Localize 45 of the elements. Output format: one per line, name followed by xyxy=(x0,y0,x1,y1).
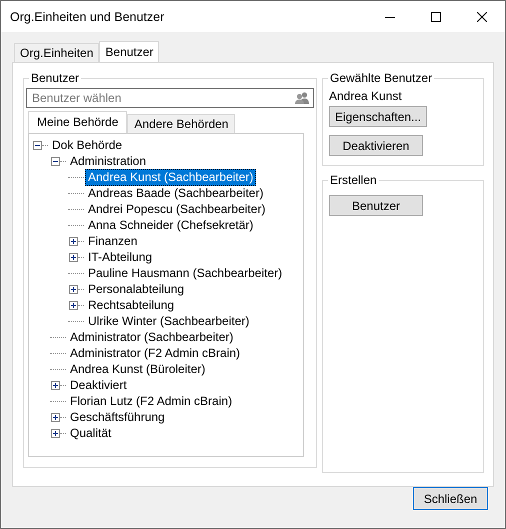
tree-item[interactable]: Andrea Kunst (Büroleiter) xyxy=(67,360,208,378)
tree-item[interactable]: Pauline Hausmann (Sachbearbeiter) xyxy=(85,264,286,282)
tree-item[interactable]: Finanzen xyxy=(85,232,140,250)
button[interactable]: Deaktivieren xyxy=(329,135,423,156)
tree-item[interactable]: Qualität xyxy=(67,424,114,442)
tree-item[interactable]: Administration xyxy=(67,152,150,170)
tree-item[interactable]: Andrea Kunst (Sachbearbeiter) xyxy=(85,168,256,186)
collapse-icon[interactable] xyxy=(33,140,42,150)
expand-icon[interactable] xyxy=(69,236,78,246)
tree-item[interactable]: Personalabteilung xyxy=(85,280,188,298)
search-field[interactable]: Benutzer wählen xyxy=(26,88,314,108)
close-dialog-button[interactable]: Schließen xyxy=(413,487,488,510)
tree-item[interactable]: Deaktiviert xyxy=(67,376,130,394)
group-title: Erstellen xyxy=(328,173,379,187)
expand-icon[interactable] xyxy=(51,428,60,438)
tree-item[interactable]: Geschäftsführung xyxy=(67,408,168,426)
tree-item[interactable]: Ulrike Winter (Sachbearbeiter) xyxy=(85,312,252,330)
expand-icon[interactable] xyxy=(69,284,78,294)
expand-icon[interactable] xyxy=(51,380,60,390)
maximize-icon[interactable] xyxy=(431,12,441,22)
tab[interactable]: Org.Einheiten xyxy=(14,43,100,62)
tree-item[interactable]: Andreas Baade (Sachbearbeiter) xyxy=(85,184,266,202)
group-title: Benutzer xyxy=(29,71,82,85)
button[interactable]: Benutzer xyxy=(329,195,423,216)
expand-icon[interactable] xyxy=(69,300,78,310)
tree-item[interactable]: Administrator (Sachbearbeiter) xyxy=(67,328,236,346)
users-icon xyxy=(295,92,309,104)
tab[interactable]: Meine Behörde xyxy=(28,111,128,133)
tree-item[interactable]: Anna Schneider (Chefsekretär) xyxy=(85,216,256,234)
tab[interactable]: Benutzer xyxy=(99,41,160,62)
selected-user-name: Andrea Kunst xyxy=(329,89,403,103)
close-icon[interactable] xyxy=(477,12,487,22)
tree-item[interactable]: Andrei Popescu (Sachbearbeiter) xyxy=(85,200,268,218)
tree-item[interactable]: IT-Abteilung xyxy=(85,248,156,266)
group-title: Gewählte Benutzer xyxy=(328,71,434,85)
expand-icon[interactable] xyxy=(69,252,78,262)
tree-item[interactable]: Rechtsabteilung xyxy=(85,296,178,314)
tree-item[interactable]: Dok Behörde xyxy=(49,136,126,154)
expand-icon[interactable] xyxy=(51,412,60,422)
button[interactable]: Eigenschaften... xyxy=(329,106,428,127)
tab[interactable]: Andere Behörden xyxy=(127,114,236,133)
collapse-icon[interactable] xyxy=(51,156,60,166)
tree-item[interactable]: Florian Lutz (F2 Admin cBrain) xyxy=(67,392,236,410)
tree-item[interactable]: Administrator (F2 Admin cBrain) xyxy=(67,344,244,362)
window-title: Org.Einheiten und Benutzer xyxy=(9,10,164,24)
